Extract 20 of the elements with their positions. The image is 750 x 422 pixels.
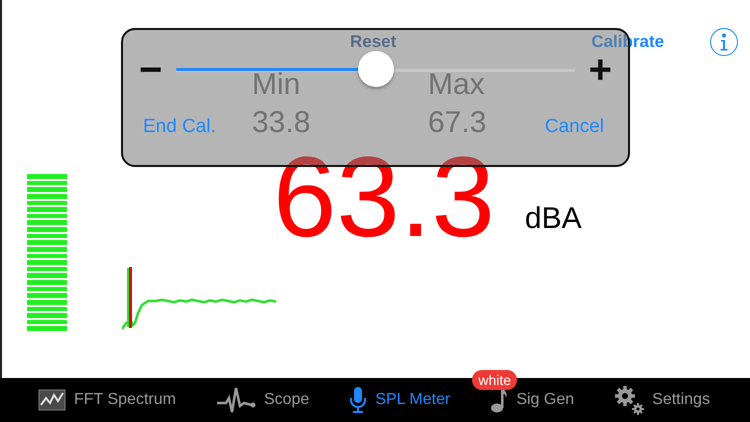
waveform-icon [216, 386, 256, 414]
microphone-icon [349, 386, 368, 414]
plus-button[interactable]: + [588, 50, 612, 90]
chart-icon [38, 389, 66, 411]
min-value: 33.8 [252, 106, 310, 140]
tab-button[interactable]: SPL Meter [349, 378, 450, 422]
max-label: Max [428, 68, 485, 102]
tab-button[interactable]: Settings [614, 378, 710, 422]
sound-level-reading: 63.3 [273, 148, 495, 248]
tab-button[interactable]: Scope [216, 378, 310, 422]
max-value: 67.3 [428, 106, 486, 140]
gears-icon [614, 385, 644, 415]
tab-button[interactable]: FFT Spectrum [38, 378, 176, 422]
badge: white [472, 370, 518, 390]
minus-button[interactable]: − [139, 50, 162, 90]
slider-thumb[interactable] [358, 51, 394, 87]
min-label: Min [252, 68, 300, 102]
music-note-icon [490, 387, 508, 413]
unit-label: dBA [524, 202, 582, 236]
info-icon[interactable] [710, 28, 738, 56]
